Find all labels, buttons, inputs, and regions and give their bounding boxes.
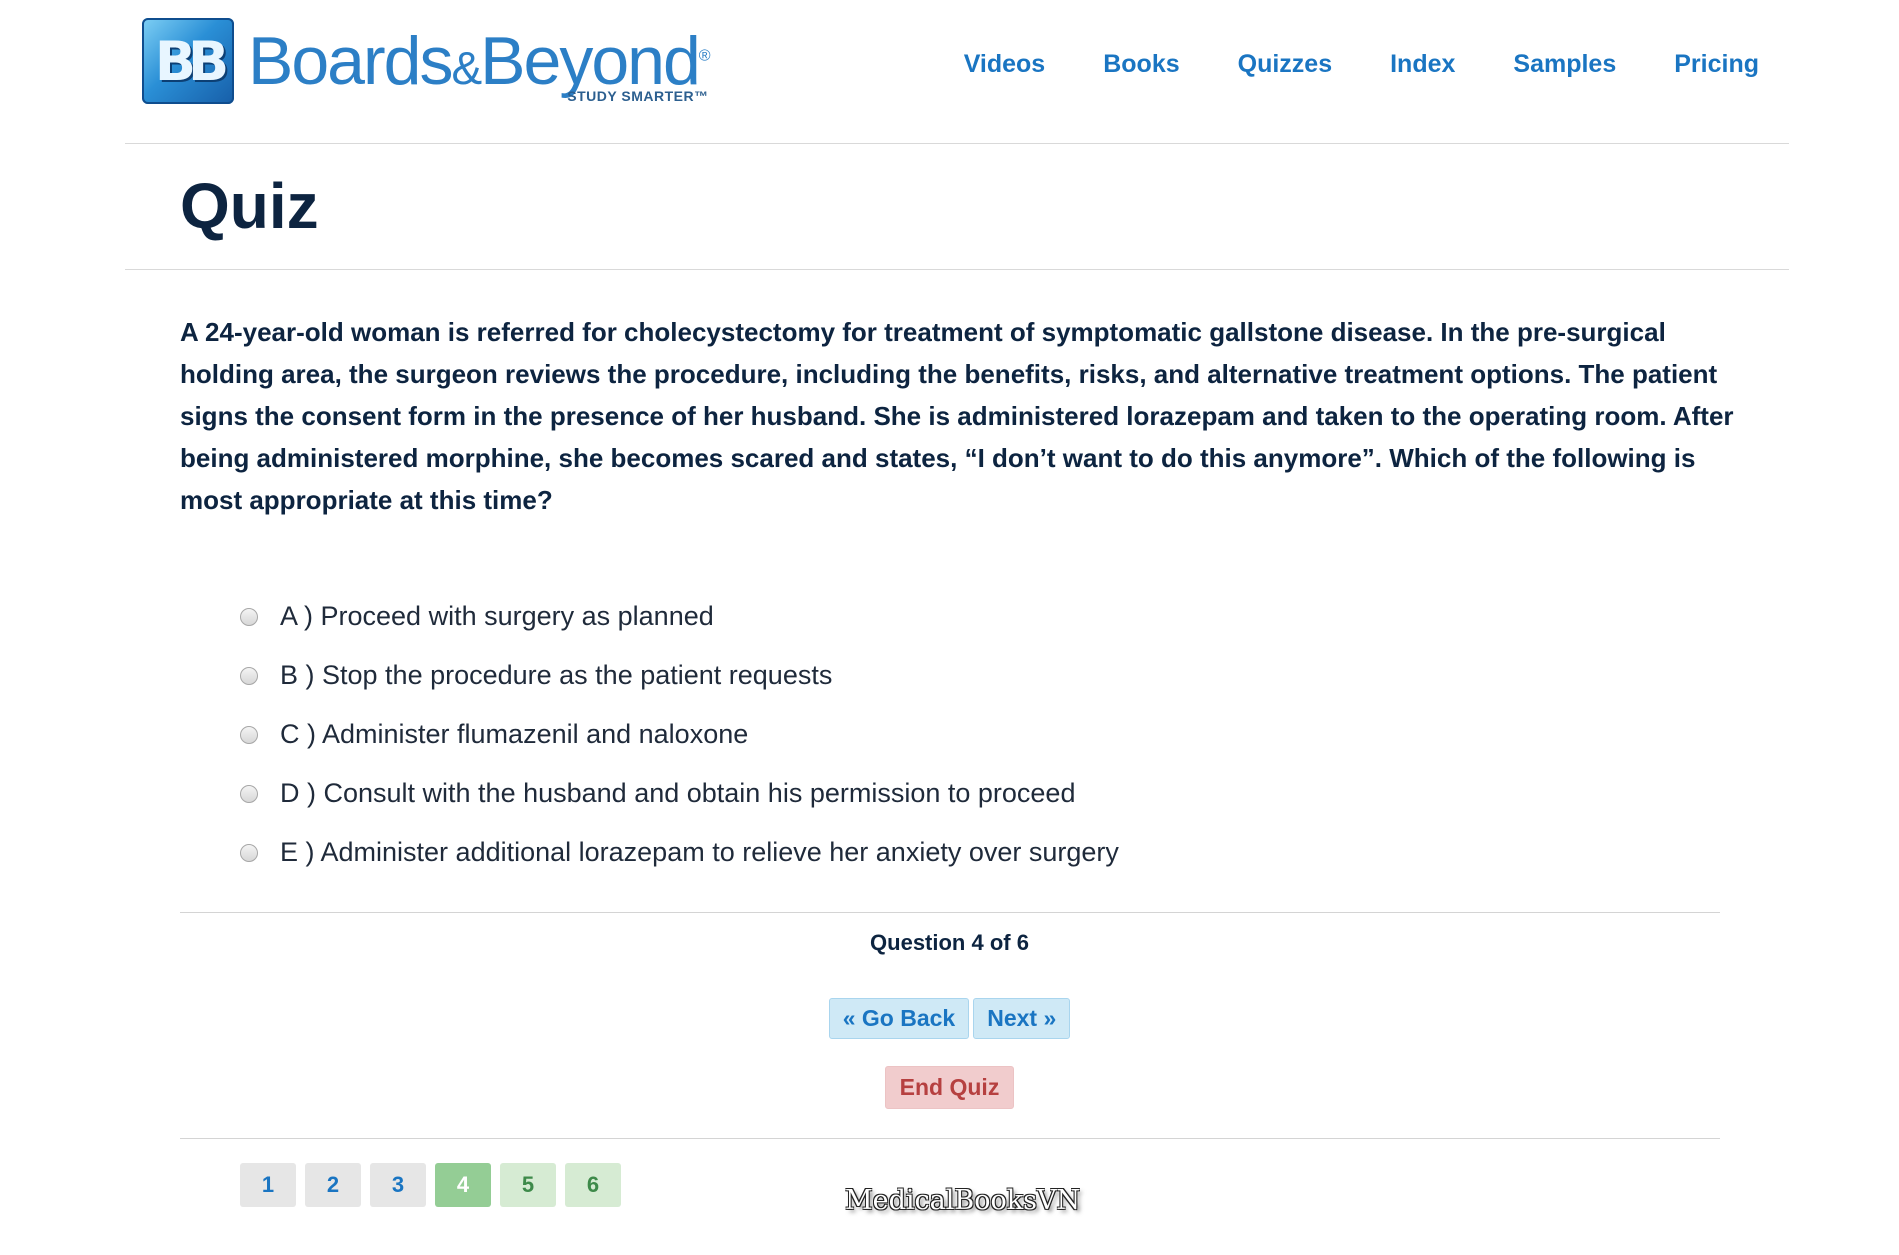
next-button[interactable]: Next » — [973, 998, 1071, 1039]
watermark: MedicalBooksVN — [845, 1185, 1081, 1216]
page-button-4-current[interactable]: 4 — [435, 1163, 491, 1207]
option-d-radio[interactable] — [240, 784, 258, 803]
page-button-3[interactable]: 3 — [370, 1163, 426, 1207]
logo-amp: & — [451, 41, 482, 94]
logo-mark: BB — [142, 18, 234, 104]
logo-name-part1: Boards — [248, 22, 453, 99]
title-section: Quiz — [125, 143, 1789, 270]
option-b-radio[interactable] — [240, 666, 258, 685]
option-c-radio[interactable] — [240, 725, 258, 744]
page-button-6[interactable]: 6 — [565, 1163, 621, 1207]
boards-and-beyond-logo[interactable]: BB Boards&Beyond® STUDY SMARTER™ — [142, 18, 711, 106]
page-button-1[interactable]: 1 — [240, 1163, 296, 1207]
divider — [180, 912, 1720, 913]
navigation-buttons: « Go Back Next » — [0, 998, 1899, 1039]
logo-registered: ® — [698, 47, 711, 64]
option-e-label[interactable]: E ) Administer additional lorazepam to r… — [280, 837, 1119, 868]
option-d-label[interactable]: D ) Consult with the husband and obtain … — [280, 778, 1075, 809]
question-pager: 1 2 3 4 5 6 — [240, 1163, 630, 1207]
option-c-label[interactable]: C ) Administer flumazenil and naloxone — [280, 719, 748, 750]
answer-options: A ) Proceed with surgery as planned B ) … — [240, 587, 1119, 882]
end-quiz-button[interactable]: End Quiz — [884, 1066, 1015, 1109]
question-stem: A 24-year-old woman is referred for chol… — [180, 317, 1734, 515]
option-a-label[interactable]: A ) Proceed with surgery as planned — [280, 601, 714, 632]
logo-wordmark: Boards&Beyond® STUDY SMARTER™ — [248, 18, 711, 106]
option-b-label[interactable]: B ) Stop the procedure as the patient re… — [280, 660, 832, 691]
option-b[interactable]: B ) Stop the procedure as the patient re… — [240, 646, 1119, 705]
option-a-radio[interactable] — [240, 607, 258, 626]
logo-tagline: STUDY SMARTER™ — [567, 88, 709, 104]
nav-index[interactable]: Index — [1390, 50, 1455, 79]
page-title: Quiz — [180, 170, 319, 242]
nav-samples[interactable]: Samples — [1513, 50, 1616, 79]
option-e-radio[interactable] — [240, 843, 258, 862]
site-header: BB Boards&Beyond® STUDY SMARTER™ Videos … — [125, 0, 1789, 144]
option-e[interactable]: E ) Administer additional lorazepam to r… — [240, 823, 1119, 882]
end-quiz-row: End Quiz — [0, 1066, 1899, 1109]
option-a[interactable]: A ) Proceed with surgery as planned — [240, 587, 1119, 646]
question-counter: Question 4 of 6 — [870, 930, 1029, 955]
nav-videos[interactable]: Videos — [964, 50, 1046, 79]
go-back-button[interactable]: « Go Back — [828, 998, 970, 1039]
page-button-2[interactable]: 2 — [305, 1163, 361, 1207]
divider — [180, 1138, 1720, 1139]
option-d[interactable]: D ) Consult with the husband and obtain … — [240, 764, 1119, 823]
main-nav: Videos Books Quizzes Index Samples Prici… — [906, 50, 1759, 79]
nav-quizzes[interactable]: Quizzes — [1238, 50, 1332, 79]
nav-books[interactable]: Books — [1103, 50, 1179, 79]
option-c[interactable]: C ) Administer flumazenil and naloxone — [240, 705, 1119, 764]
nav-pricing[interactable]: Pricing — [1674, 50, 1759, 79]
page-button-5[interactable]: 5 — [500, 1163, 556, 1207]
